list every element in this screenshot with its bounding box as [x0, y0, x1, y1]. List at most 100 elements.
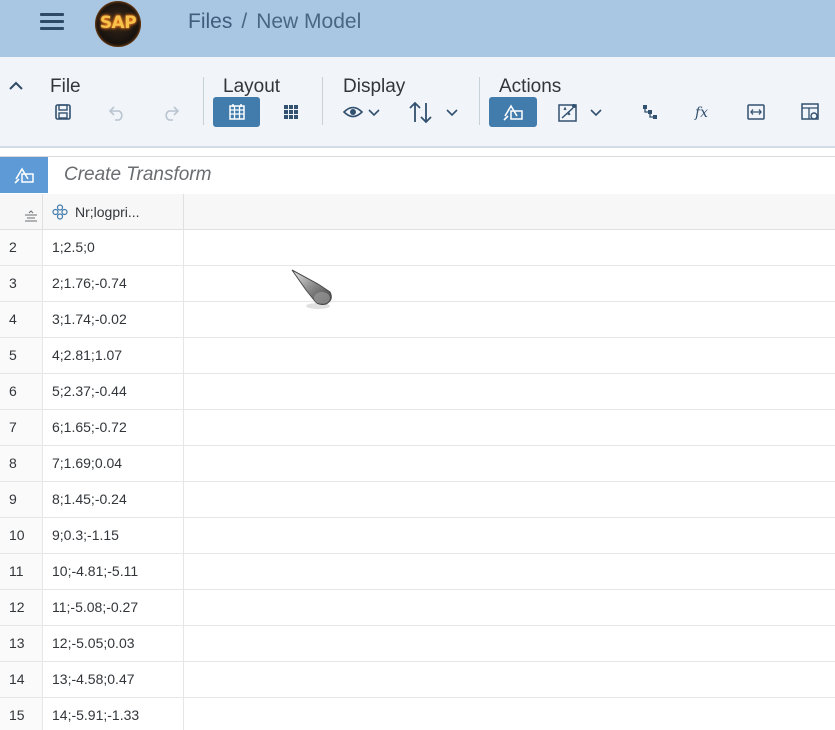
row-number[interactable]: 9	[0, 482, 43, 517]
table-row: 10 9;0.3;-1.15	[0, 518, 835, 554]
table-cell[interactable]: 5;2.37;-0.44	[43, 374, 184, 409]
table-row: 12 11;-5.08;-0.27	[0, 590, 835, 626]
sort-dropdown[interactable]	[405, 97, 461, 127]
breadcrumb-current: New Model	[256, 10, 362, 33]
table-row: 14 13;-4.58;0.47	[0, 662, 835, 698]
file-group-title: File	[50, 76, 81, 97]
grid-view-button[interactable]	[213, 97, 260, 127]
grid-corner[interactable]	[0, 194, 43, 230]
row-number[interactable]: 7	[0, 410, 43, 445]
redo-button[interactable]	[158, 97, 184, 127]
table-cell[interactable]: 9;0.3;-1.15	[43, 518, 184, 553]
table-cell[interactable]: 2;1.76;-0.74	[43, 266, 184, 301]
table-cell[interactable]: 3;1.74;-0.02	[43, 302, 184, 337]
row-menu-icon	[25, 210, 37, 222]
smart-transform-icon	[558, 104, 577, 122]
tile-view-button[interactable]	[278, 97, 304, 127]
actions-group-title: Actions	[499, 76, 562, 97]
table-row: 6 5;2.37;-0.44	[0, 374, 835, 410]
table-row: 4 3;1.74;-0.02	[0, 302, 835, 338]
column-header[interactable]: Nr;logpri...	[43, 194, 184, 230]
table-row: 8 7;1.69;0.04	[0, 446, 835, 482]
svg-text:fx: fx	[694, 105, 708, 121]
table-row: 2 1;2.5;0	[0, 230, 835, 266]
column-header-label: Nr;logpri...	[75, 204, 140, 220]
undo-button[interactable]	[104, 97, 130, 127]
row-number[interactable]: 15	[0, 698, 43, 730]
fx-icon: fx	[694, 105, 708, 121]
expand-horizontal-icon	[747, 104, 765, 120]
toolbar-separator	[479, 77, 480, 125]
display-group-title: Display	[343, 76, 406, 97]
transform-icon	[14, 167, 34, 184]
table-row: 11 10;-4.81;-5.11	[0, 554, 835, 590]
row-number[interactable]: 12	[0, 590, 43, 625]
grid-rows: 2 1;2.5;0 3 2;1.76;-0.74 4 3;1.74;-0.02 5 4;2.8…	[0, 230, 835, 730]
menu-icon[interactable]	[38, 11, 66, 33]
formula-button[interactable]: fx	[690, 97, 716, 127]
table-cell[interactable]: 14;-5.91;-1.33	[43, 698, 184, 730]
table-cell[interactable]: 11;-5.08;-0.27	[43, 590, 184, 625]
transform-bar-icon[interactable]	[0, 157, 48, 193]
show-hide-dropdown[interactable]	[340, 97, 384, 127]
table-cell[interactable]: 13;-4.58;0.47	[43, 662, 184, 697]
breadcrumb-files-link[interactable]: Files	[188, 10, 232, 33]
table-cell[interactable]: 12;-5.05;0.03	[43, 626, 184, 661]
details-panel-button[interactable]	[797, 97, 823, 127]
row-number[interactable]: 10	[0, 518, 43, 553]
sort-arrows-icon	[409, 101, 432, 124]
table-cell[interactable]: 6;1.65;-0.72	[43, 410, 184, 445]
resize-column-button[interactable]	[743, 97, 769, 127]
shell-bar: SAP Files / New Model	[0, 0, 835, 57]
toolbar: File Layout Display Actions fx	[0, 57, 835, 148]
table-cell[interactable]: 10;-4.81;-5.11	[43, 554, 184, 589]
breadcrumb-separator: /	[241, 10, 248, 33]
create-transform-button[interactable]	[489, 97, 537, 127]
logo-text: SAP	[99, 13, 137, 33]
data-grid: Nr;logpri... 2 1;2.5;0 3 2;1.76;-0.74 4 3;1.7…	[0, 194, 835, 730]
row-number[interactable]: 6	[0, 374, 43, 409]
panel-settings-icon	[801, 103, 819, 120]
table-row: 7 6;1.65;-0.72	[0, 410, 835, 446]
toolbar-separator	[322, 77, 323, 125]
row-number[interactable]: 13	[0, 626, 43, 661]
create-transform-input[interactable]	[48, 157, 835, 193]
table-cell[interactable]: 8;1.45;-0.24	[43, 482, 184, 517]
table-row: 5 4;2.81;1.07	[0, 338, 835, 374]
redo-icon	[165, 106, 180, 121]
table-cell[interactable]: 4;2.81;1.07	[43, 338, 184, 373]
table-row: 13 12;-5.05;0.03	[0, 626, 835, 662]
tiles-icon	[284, 105, 298, 119]
toolbar-separator	[203, 77, 204, 125]
hierarchy-button[interactable]	[636, 97, 662, 127]
undo-icon	[108, 106, 123, 121]
table-row: 9 8;1.45;-0.24	[0, 482, 835, 518]
transform-bar	[0, 156, 835, 193]
smart-transform-dropdown[interactable]	[553, 97, 607, 127]
table-row: 3 2;1.76;-0.74	[0, 266, 835, 302]
chevron-down-icon	[368, 109, 380, 117]
save-button[interactable]	[50, 97, 76, 127]
row-number[interactable]: 11	[0, 554, 43, 589]
table-cell[interactable]: 1;2.5;0	[43, 230, 184, 265]
table-cell[interactable]: 7;1.69;0.04	[43, 446, 184, 481]
row-number[interactable]: 4	[0, 302, 43, 337]
table-grid-icon	[228, 104, 245, 120]
chevron-down-icon	[590, 109, 602, 117]
dimension-icon	[52, 204, 68, 220]
eye-icon	[343, 106, 363, 118]
grid-header: Nr;logpri...	[0, 194, 835, 230]
row-number[interactable]: 8	[0, 446, 43, 481]
hierarchy-icon	[643, 105, 657, 119]
table-row: 15 14;-5.91;-1.33	[0, 698, 835, 730]
row-number[interactable]: 2	[0, 230, 43, 265]
save-icon	[55, 104, 71, 120]
row-number[interactable]: 14	[0, 662, 43, 697]
chevron-down-icon	[446, 109, 458, 117]
row-number[interactable]: 3	[0, 266, 43, 301]
row-number[interactable]: 5	[0, 338, 43, 373]
breadcrumb: Files / New Model	[188, 10, 361, 34]
transform-icon	[503, 104, 523, 121]
collapse-chevron-up-icon[interactable]	[7, 77, 25, 95]
layout-group-title: Layout	[223, 76, 281, 97]
